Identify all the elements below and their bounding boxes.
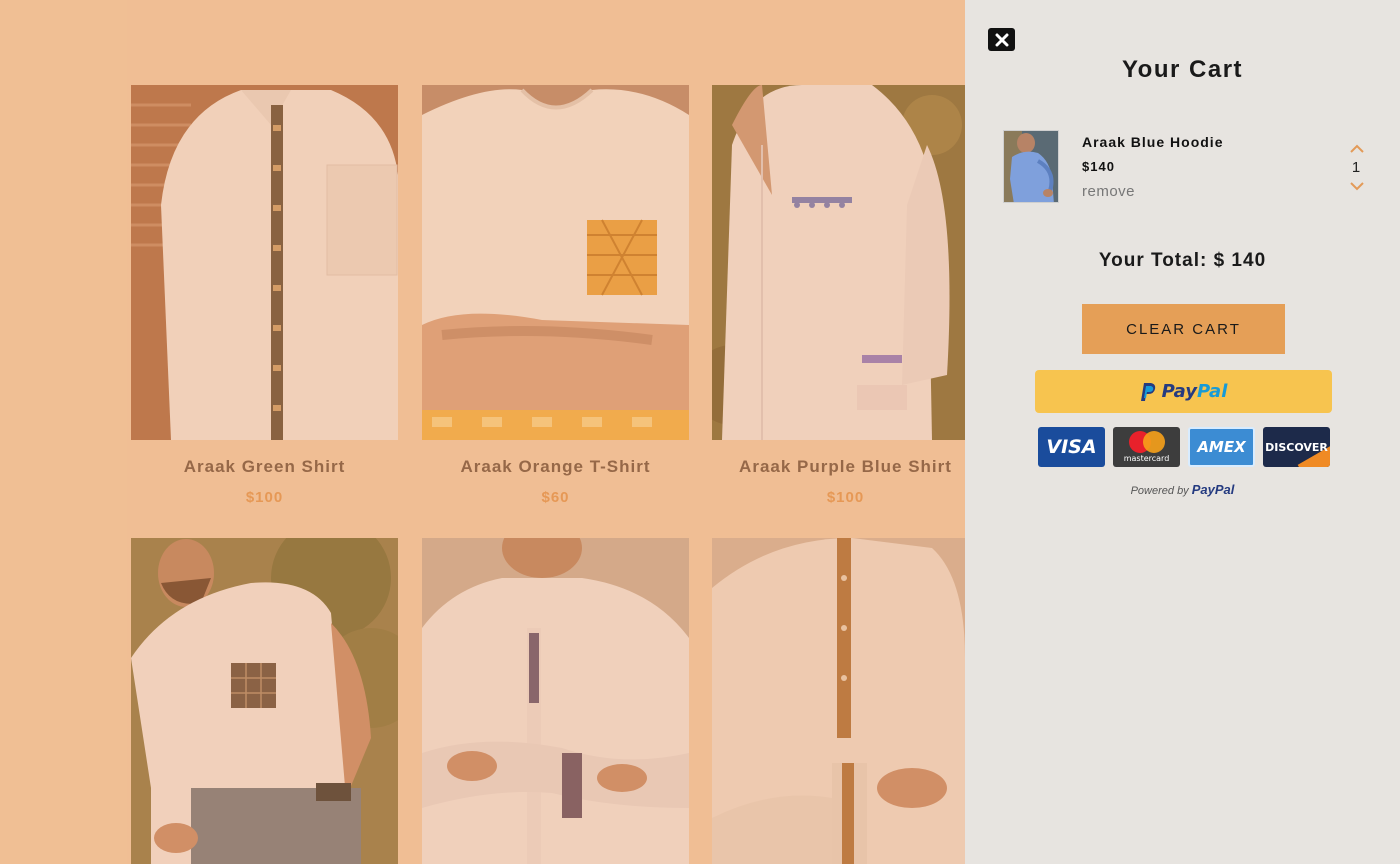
cart-item-image [1003, 130, 1059, 203]
product-price: $60 [541, 489, 570, 506]
amex-card-button[interactable]: AMEX [1188, 427, 1255, 467]
discover-label: DISCOVER [1265, 440, 1328, 454]
cart-total: Your Total: $ 140 [1098, 250, 1267, 271]
powered-by-label: Powered by [1130, 485, 1189, 497]
cart-item-price: $140 [1082, 159, 1115, 174]
visa-card-button[interactable]: VISA [1038, 427, 1105, 467]
product-name[interactable]: Araak Purple Blue Shirt [712, 457, 965, 477]
product-image[interactable] [131, 538, 398, 864]
product-image[interactable] [712, 538, 965, 864]
mastercard-card-button[interactable]: mastercard [1113, 427, 1180, 467]
cart-title: Your Cart [1121, 56, 1244, 83]
product-name[interactable]: Araak Orange T-Shirt [422, 457, 689, 477]
paypal-button[interactable]: PayPal [1035, 370, 1332, 413]
cart-item-name: Araak Blue Hoodie [1082, 134, 1224, 150]
cart-item: Araak Blue Hoodie $140 remove 1 [1003, 130, 1373, 205]
close-cart-button[interactable] [988, 28, 1015, 51]
paypal-brand-second: Pal [1197, 381, 1228, 402]
close-icon [995, 33, 1008, 46]
powered-by-paypal: Powered by PayPal [965, 482, 1400, 497]
product-image[interactable] [422, 538, 689, 864]
mastercard-logo-icon [1128, 431, 1165, 453]
product-image[interactable] [131, 85, 398, 440]
chevron-up-icon[interactable] [1349, 142, 1365, 154]
mastercard-label: mastercard [1123, 454, 1170, 463]
paypal-brand-first: Pay [1161, 381, 1197, 402]
powered-by-brand: PayPal [1191, 482, 1235, 497]
cart-item-quantity: 1 [1351, 159, 1361, 176]
product-price: $100 [826, 489, 865, 506]
clear-cart-button[interactable]: CLEAR CART [1082, 304, 1285, 354]
product-name[interactable]: Araak Green Shirt [131, 457, 398, 477]
discover-card-button[interactable]: DISCOVER [1263, 427, 1330, 467]
paypal-icon [1140, 382, 1155, 401]
remove-item-link[interactable]: remove [1082, 183, 1135, 200]
chevron-down-icon[interactable] [1349, 179, 1365, 191]
payment-cards: VISA mastercard AMEX DISCOVER [1038, 427, 1330, 467]
product-image[interactable] [712, 85, 965, 440]
product-grid: Araak Green Shirt $100 Araak Orange T-Sh… [0, 0, 965, 864]
product-price: $100 [245, 489, 284, 506]
product-image[interactable] [422, 85, 689, 440]
cart-panel: Your Cart Araak Blue Hoodie $140 remove … [965, 0, 1400, 864]
